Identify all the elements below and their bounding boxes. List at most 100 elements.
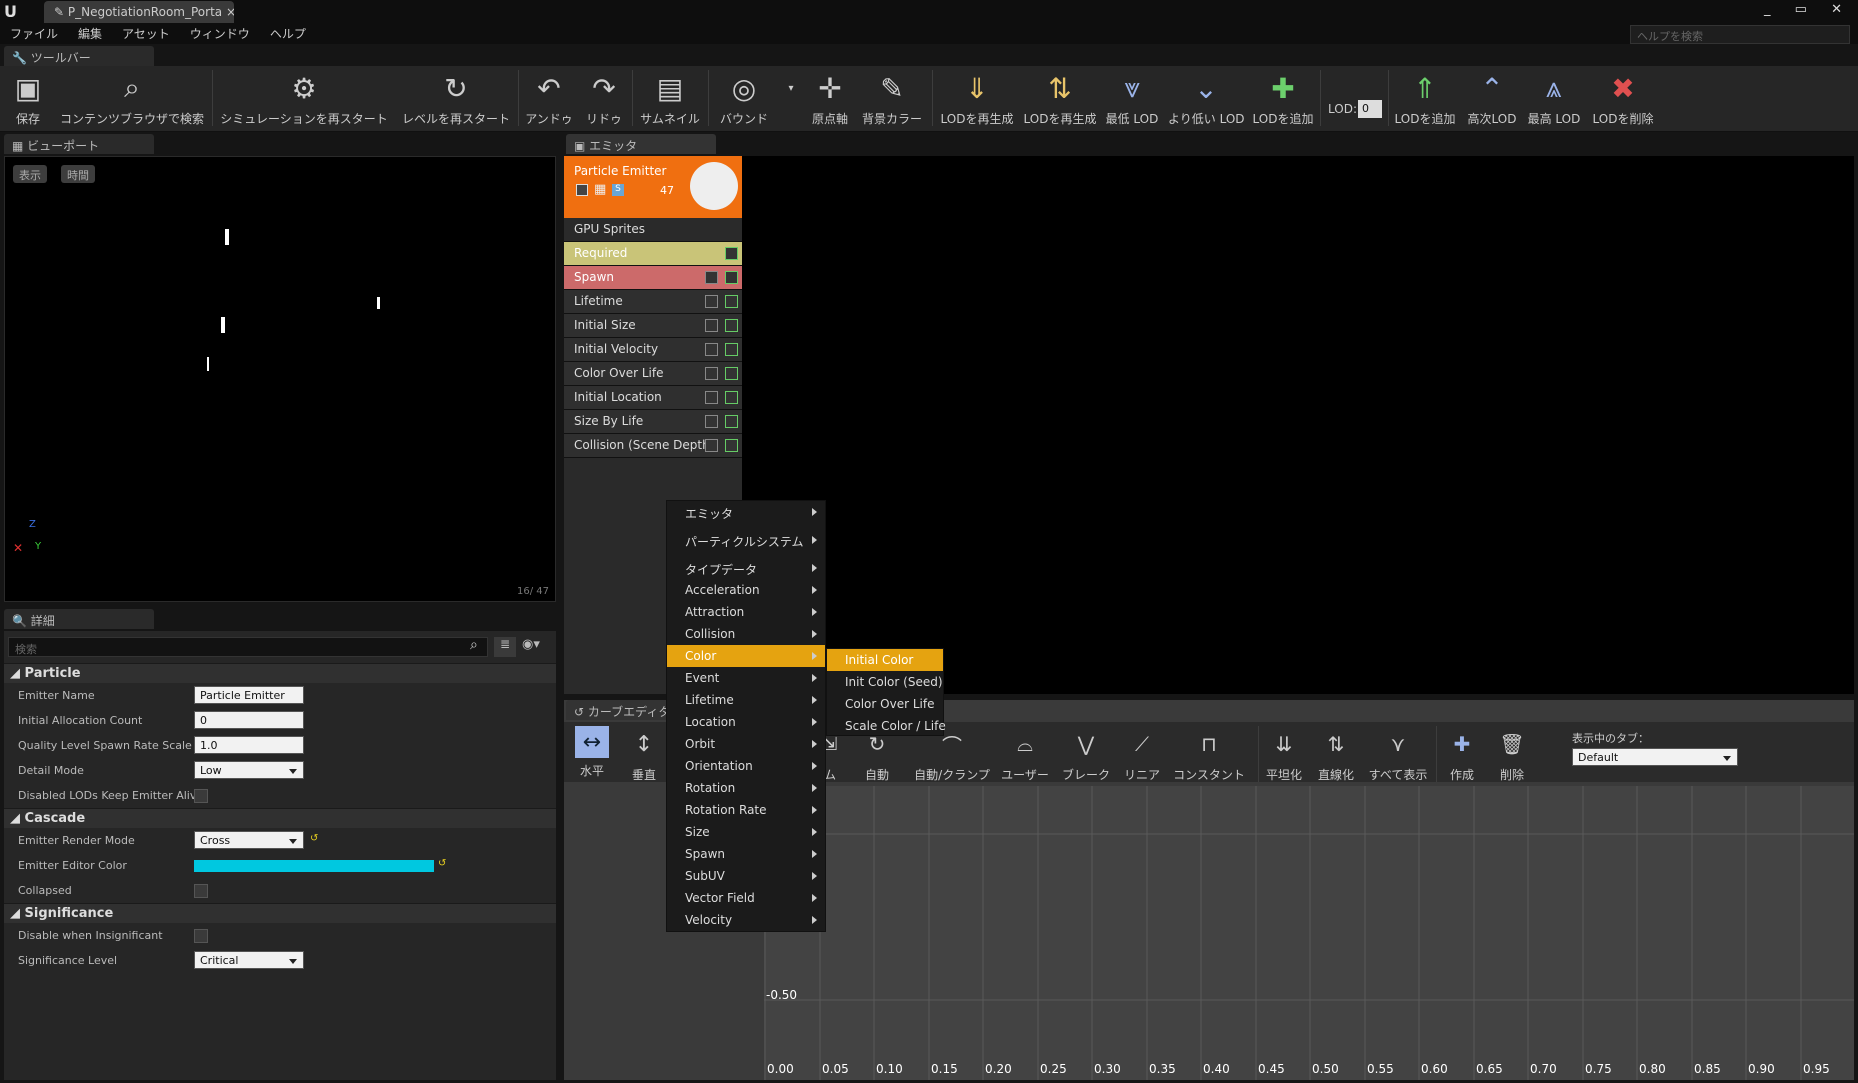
menu-item-subuv[interactable]: SubUV <box>667 865 825 887</box>
toolbar-tab[interactable]: 🔧 ツールバー <box>4 46 154 66</box>
enable-checkbox[interactable] <box>705 271 718 284</box>
curve-toggle-icon[interactable] <box>725 295 738 308</box>
render-mode-dropdown[interactable]: Cross <box>194 831 304 849</box>
viewport-tab[interactable]: ▦ ビューポート <box>4 134 154 154</box>
module-spawn[interactable]: Spawn <box>564 266 742 290</box>
help-search-input[interactable]: ヘルプを検索 <box>1630 25 1850 44</box>
enable-checkbox[interactable] <box>705 295 718 308</box>
sig-level-dropdown[interactable]: Critical <box>194 951 304 969</box>
menu-item-size[interactable]: Size <box>667 821 825 843</box>
editor-color-swatch[interactable] <box>194 860 434 872</box>
solo-icon[interactable]: S <box>612 184 624 196</box>
menu-item-color[interactable]: Color <box>667 645 825 667</box>
enable-checkbox[interactable] <box>705 391 718 404</box>
highest-lod-button[interactable]: ⩓ 最高 LOD <box>1526 70 1582 127</box>
menu-item-location[interactable]: Location <box>667 711 825 733</box>
add-lod2-button[interactable]: ⇑ LODを追加 <box>1394 70 1456 127</box>
menu-item-lifetime[interactable]: Lifetime <box>667 689 825 711</box>
menu-asset[interactable]: アセット <box>122 27 170 41</box>
origin-axis-button[interactable]: ✛ 原点軸 <box>806 70 854 127</box>
user-button[interactable]: ⌓ ユーザー <box>1000 726 1050 783</box>
window-controls[interactable]: _ ▭ ✕ <box>1764 2 1852 17</box>
menu-item-vector-field[interactable]: Vector Field <box>667 887 825 909</box>
fit-vertical-button[interactable]: ↕ 垂直 <box>624 726 664 783</box>
module-required[interactable]: Required <box>564 242 742 266</box>
time-button[interactable]: 時間 <box>61 165 95 183</box>
curve-graph[interactable]: -0.50 0.00 0.05 0.10 0.15 0.20 0.25 0.30 0.35 0.… <box>764 786 1854 1080</box>
disabled-lods-checkbox[interactable] <box>194 789 208 803</box>
undo-button[interactable]: ↶ アンドゥ <box>522 70 576 127</box>
module-initial-velocity[interactable]: Initial Velocity <box>564 338 742 362</box>
module-lifetime[interactable]: Lifetime <box>564 290 742 314</box>
find-in-browser-button[interactable]: ⌕ コンテンツブラウザで検索 <box>56 70 208 127</box>
menu-help[interactable]: ヘルプ <box>270 27 306 41</box>
enable-checkbox[interactable] <box>705 439 718 452</box>
restart-level-button[interactable]: ↻ レベルを再スタート <box>398 70 514 127</box>
alloc-field[interactable]: 0 <box>194 711 304 729</box>
delete-tab-button[interactable]: 🗑 削除 <box>1492 726 1532 783</box>
constant-button[interactable]: ⊓ コンスタント <box>1172 726 1246 783</box>
module-color-over-life[interactable]: Color Over Life <box>564 362 742 386</box>
module-collision[interactable]: Collision (Scene Depth) <box>564 434 742 458</box>
collapsed-checkbox[interactable] <box>194 884 208 898</box>
section-cascade[interactable]: ◢ Cascade <box>4 808 556 828</box>
reset-icon[interactable]: ↺ <box>310 833 318 844</box>
menu-item-velocity[interactable]: Velocity <box>667 909 825 931</box>
enable-checkbox[interactable] <box>705 319 718 332</box>
bounds-button[interactable]: ◎ バウンド <box>712 70 776 127</box>
module-initial-size[interactable]: Initial Size <box>564 314 742 338</box>
submenu-init-color-seed[interactable]: Init Color (Seed) <box>827 671 943 693</box>
visible-tab-dropdown[interactable]: Default <box>1572 748 1738 766</box>
delete-lod-button[interactable]: ✖ LODを削除 <box>1590 70 1656 127</box>
menu-window[interactable]: ウィンドウ <box>190 27 250 41</box>
lowest-lod-button[interactable]: ⩔ 最低 LOD <box>1104 70 1160 127</box>
curve-toggle-icon[interactable] <box>725 391 738 404</box>
restart-sim-button[interactable]: ⚙ シミュレーションを再スタート <box>218 70 390 127</box>
emitter-name-field[interactable]: Particle Emitter <box>194 686 304 704</box>
menu-item-attraction[interactable]: Attraction <box>667 601 825 623</box>
menu-item-particle-system[interactable]: パーティクルシステム <box>667 529 825 551</box>
section-significance[interactable]: ◢ Significance <box>4 903 556 923</box>
bounds-dropdown[interactable]: ▾ <box>786 70 793 110</box>
regen-lod-button[interactable]: ⇓ LODを再生成 <box>938 70 1016 127</box>
details-search-input[interactable]: 検索 <box>8 637 488 657</box>
document-tab[interactable]: ✎ P_NegotiationRoom_Porta × <box>44 1 234 23</box>
bg-color-button[interactable]: ✎ 背景カラー <box>862 70 922 127</box>
linear-button[interactable]: ⟋ リニア <box>1122 726 1162 783</box>
enable-checkbox[interactable] <box>705 367 718 380</box>
menu-item-collision[interactable]: Collision <box>667 623 825 645</box>
menu-edit[interactable]: 編集 <box>78 27 102 41</box>
curve-toggle-icon[interactable] <box>725 247 738 260</box>
emitter-type[interactable]: GPU Sprites <box>564 218 742 242</box>
lower-lod-button[interactable]: ⌄ より低い LOD <box>1168 70 1245 127</box>
quality-field[interactable]: 1.0 <box>194 736 304 754</box>
regen-lod2-button[interactable]: ⇅ LODを再生成 <box>1022 70 1098 127</box>
show-all-button[interactable]: ⋎ すべて表示 <box>1368 726 1428 783</box>
menu-item-spawn[interactable]: Spawn <box>667 843 825 865</box>
menu-item-rotation-rate[interactable]: Rotation Rate <box>667 799 825 821</box>
submenu-color-over-life[interactable]: Color Over Life <box>827 693 943 715</box>
save-button[interactable]: ▣ 保存 <box>8 70 48 127</box>
menu-item-rotation[interactable]: Rotation <box>667 777 825 799</box>
submenu-initial-color[interactable]: Initial Color <box>827 649 943 671</box>
straighten-button[interactable]: ⇅ 直線化 <box>1316 726 1356 783</box>
menu-item-type-data[interactable]: タイプデータ <box>667 557 825 579</box>
enable-checkbox[interactable] <box>705 415 718 428</box>
emitter-header[interactable]: Particle Emitter ▦ S 47 <box>564 156 742 218</box>
add-lod-button[interactable]: ✚ LODを追加 <box>1252 70 1314 127</box>
insignificant-checkbox[interactable] <box>194 929 208 943</box>
reset-icon[interactable]: ↺ <box>438 858 446 869</box>
curve-toggle-icon[interactable] <box>725 319 738 332</box>
lod-input[interactable]: 0 <box>1358 100 1382 118</box>
curve-toggle-icon[interactable] <box>725 415 738 428</box>
show-button[interactable]: 表示 <box>13 165 47 183</box>
menu-item-acceleration[interactable]: Acceleration <box>667 579 825 601</box>
thumbnail-button[interactable]: ▤ サムネイル <box>636 70 704 127</box>
emitter-enable-checkbox[interactable] <box>576 184 588 196</box>
menu-item-event[interactable]: Event <box>667 667 825 689</box>
redo-button[interactable]: ↷ リドゥ <box>580 70 628 127</box>
enable-checkbox[interactable] <box>705 343 718 356</box>
flatten-button[interactable]: ⇊ 平坦化 <box>1264 726 1304 783</box>
curve-toggle-icon[interactable] <box>725 439 738 452</box>
submenu-scale-color-life[interactable]: Scale Color / Life <box>827 715 946 737</box>
